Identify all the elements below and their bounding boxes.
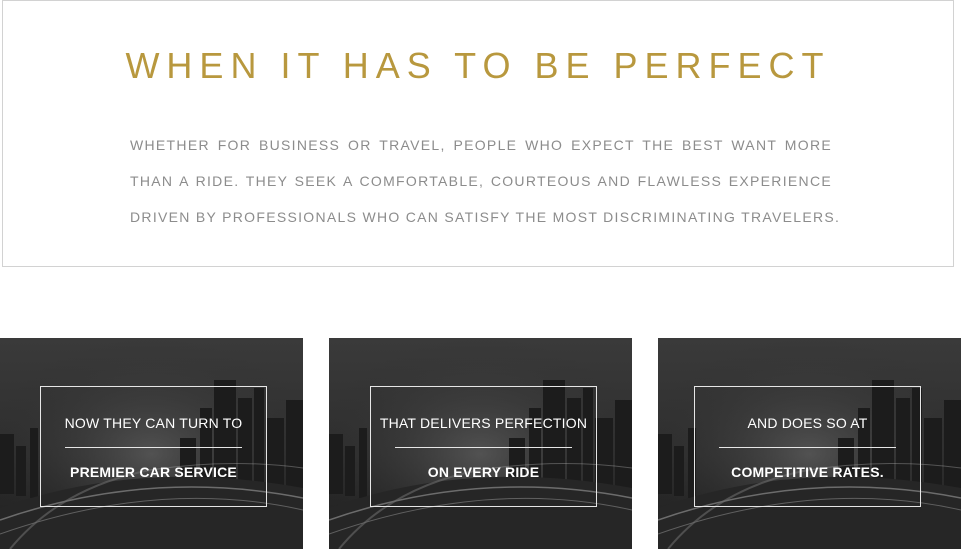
card-highlight: ON EVERY RIDE (427, 464, 540, 480)
intro-section: WHEN IT HAS TO BE PERFECT WHETHER FOR BU… (2, 0, 954, 267)
card-frame: THAT DELIVERS PERFECTION ON EVERY RIDE (370, 386, 597, 507)
intro-paragraph: WHETHER FOR BUSINESS OR TRAVEL, PEOPLE W… (130, 127, 841, 235)
card-divider (65, 447, 242, 448)
card-highlight: COMPETITIVE RATES. (731, 464, 884, 480)
card-divider (395, 447, 572, 448)
card-frame: NOW THEY CAN TURN TO PREMIER CAR SERVICE (40, 386, 267, 507)
card-divider (719, 447, 896, 448)
card-tagline: THAT DELIVERS PERFECTION (379, 415, 588, 431)
feature-card: THAT DELIVERS PERFECTION ON EVERY RIDE (329, 338, 632, 549)
card-highlight: PREMIER CAR SERVICE (70, 464, 237, 480)
intro-line: DRIVEN BY PROFESSIONALS WHO CAN SATISFY … (130, 209, 841, 225)
intro-line: WHETHER FOR BUSINESS OR TRAVEL, PEOPLE W… (130, 137, 832, 153)
feature-card: AND DOES SO AT COMPETITIVE RATES. (658, 338, 961, 549)
feature-card: NOW THEY CAN TURN TO PREMIER CAR SERVICE (0, 338, 303, 549)
intro-line: THAN A RIDE. THEY SEEK A COMFORTABLE, CO… (130, 173, 832, 189)
card-tagline: NOW THEY CAN TURN TO (64, 415, 243, 431)
card-tagline: AND DOES SO AT (747, 415, 868, 431)
card-frame: AND DOES SO AT COMPETITIVE RATES. (694, 386, 921, 507)
section-headline: WHEN IT HAS TO BE PERFECT (125, 45, 831, 86)
